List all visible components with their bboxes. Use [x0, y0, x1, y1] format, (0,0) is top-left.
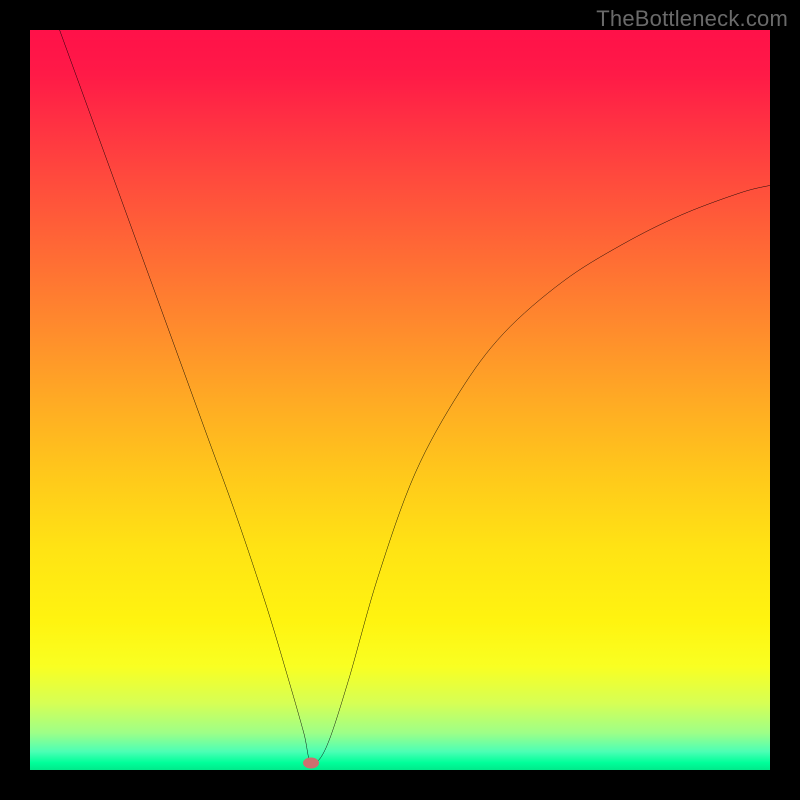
bottleneck-curve [60, 30, 770, 763]
optimum-marker [303, 757, 319, 768]
watermark-text: TheBottleneck.com [596, 6, 788, 32]
chart-plot-area [30, 30, 770, 770]
chart-curve-svg [30, 30, 770, 770]
